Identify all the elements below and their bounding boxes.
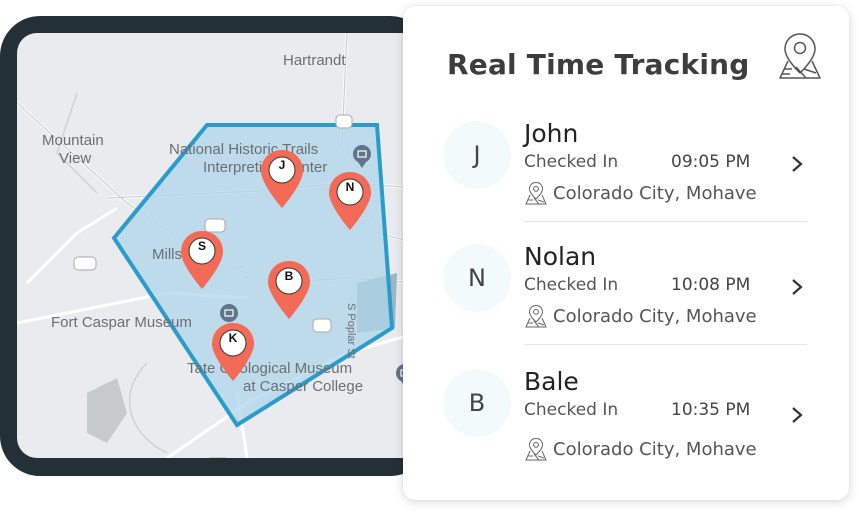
map-pin-n[interactable]: N — [327, 170, 373, 232]
entry-time: 10:35 PM — [671, 400, 751, 420]
tracking-panel: Real Time Tracking J John Checked In 09:… — [403, 6, 849, 500]
lake-area — [87, 378, 127, 443]
pin-letter: N — [345, 180, 355, 194]
museum-poi-icon — [220, 304, 238, 322]
location-map-icon — [525, 437, 547, 461]
map-pin-s[interactable]: S — [179, 229, 225, 291]
pin-letter: K — [228, 331, 238, 345]
panel-title: Real Time Tracking — [447, 48, 750, 81]
avatar: J — [443, 121, 511, 189]
map-label-mountain-view: Mountain — [42, 132, 104, 149]
route-shield-257 — [73, 256, 97, 271]
map-label-tate-2: at Casper College — [243, 378, 364, 395]
map-label-poplar: S Poplar St — [345, 303, 357, 359]
map-label-mountain-view-2: View — [59, 150, 92, 167]
entry-time: 10:08 PM — [671, 275, 751, 295]
chevron-right-icon[interactable] — [788, 404, 806, 426]
entry-time: 09:05 PM — [671, 152, 751, 172]
avatar: N — [443, 244, 511, 312]
entry-location: Colorado City, Mohave — [553, 306, 757, 327]
chevron-right-icon[interactable] — [788, 276, 806, 298]
location-map-icon — [525, 181, 547, 205]
entry-name: Nolan — [524, 242, 597, 271]
map-label-mills: Mills — [152, 246, 182, 263]
map-pin-j[interactable]: J — [259, 148, 305, 210]
location-map-icon — [525, 304, 547, 328]
map-label-hartrandt: Hartrandt — [283, 52, 346, 69]
entry-status: Checked In — [524, 152, 619, 172]
map-view[interactable]: Hartrandt Mountain View National Histori… — [17, 33, 417, 458]
divider — [524, 221, 807, 222]
chevron-right-icon[interactable] — [788, 153, 806, 175]
entry-name: John — [524, 119, 579, 148]
route-shield-25 — [335, 114, 353, 129]
entry-location: Colorado City, Mohave — [553, 439, 757, 460]
map-location-icon — [779, 33, 821, 79]
entry-status: Checked In — [524, 275, 619, 295]
pin-letter: J — [278, 158, 286, 172]
route-shield-20 — [312, 318, 332, 333]
map-pin-b[interactable]: B — [266, 259, 312, 321]
tracking-entry[interactable]: J John Checked In 09:05 PM Colorado City… — [443, 119, 823, 229]
tracking-entry[interactable]: B Bale Checked In 10:35 PM Colorado City… — [443, 367, 823, 477]
divider — [524, 344, 807, 345]
entry-location: Colorado City, Mohave — [553, 183, 757, 204]
road — [25, 206, 118, 285]
map-label-fort-caspar: Fort Caspar Museum — [51, 314, 192, 331]
avatar: B — [443, 369, 511, 437]
entry-status: Checked In — [524, 400, 619, 420]
pin-letter: B — [284, 269, 294, 283]
tracking-entry[interactable]: N Nolan Checked In 10:08 PM Colorado Cit… — [443, 242, 823, 352]
pin-letter: S — [197, 239, 206, 253]
map-pin-k[interactable]: K — [210, 321, 256, 383]
entry-name: Bale — [524, 367, 579, 396]
